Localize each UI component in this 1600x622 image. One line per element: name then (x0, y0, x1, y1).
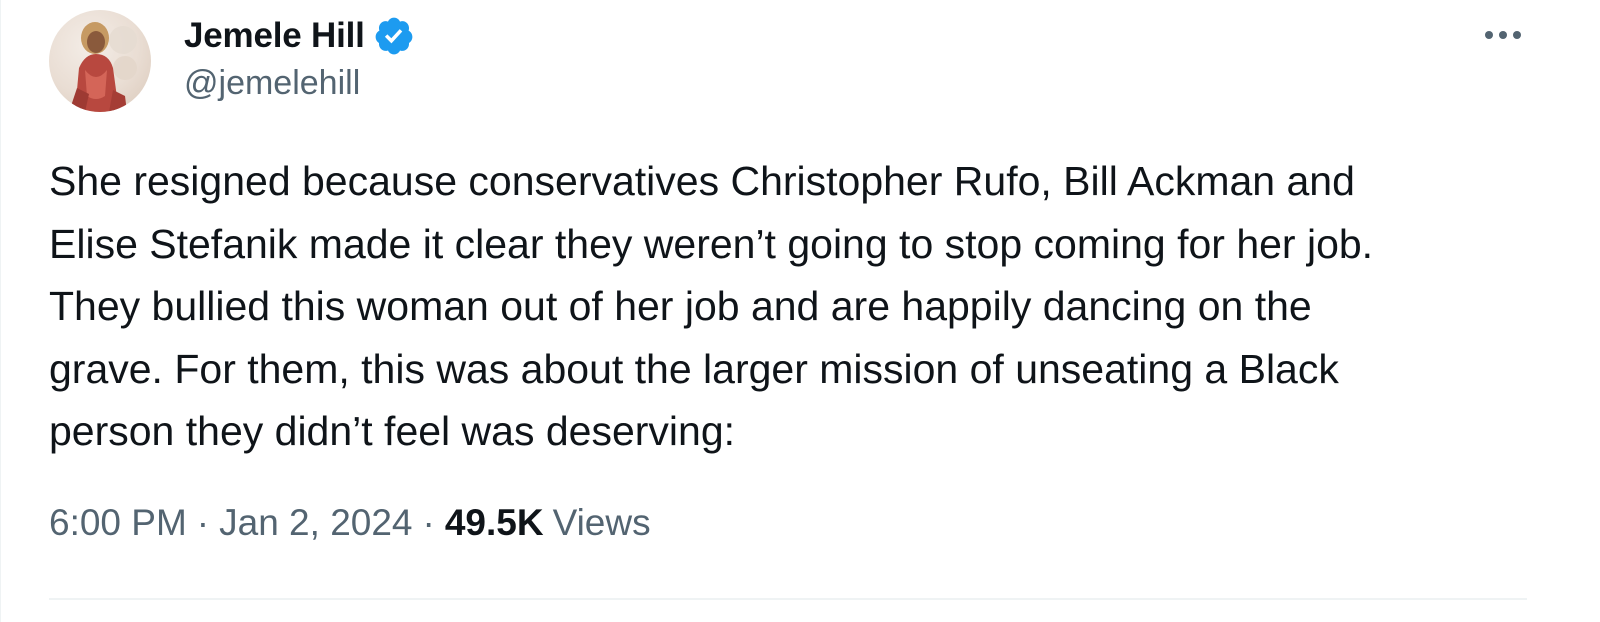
tweet-metadata: 6:00 PM · Jan 2, 2024 · 49.5K Views (49, 502, 651, 544)
more-options-icon[interactable] (1479, 20, 1527, 50)
tweet-date[interactable]: Jan 2, 2024 (219, 502, 412, 544)
avatar[interactable] (49, 10, 151, 112)
tweet-text-line: She resigned because conservatives Chris… (49, 158, 1355, 204)
author-name-row: Jemele Hill (184, 14, 415, 58)
views-count[interactable]: 49.5K (445, 502, 544, 544)
avatar-photo-icon (69, 22, 137, 112)
tweet-time[interactable]: 6:00 PM (49, 502, 187, 544)
views-label[interactable]: Views (553, 502, 651, 544)
tweet-text: She resigned because conservatives Chris… (49, 150, 1549, 463)
meta-separator: · (196, 502, 210, 543)
author-display-name[interactable]: Jemele Hill (184, 16, 365, 56)
tweet-text-line: Elise Stefanik made it clear they weren’… (49, 220, 1374, 267)
divider (49, 598, 1527, 600)
tweet-text-line: grave. For them, this was about the larg… (49, 345, 1339, 392)
verified-badge-icon[interactable] (373, 15, 415, 57)
tweet-card: Jemele Hill @jemelehill She resigned bec… (0, 0, 1600, 622)
meta-separator: · (422, 502, 435, 543)
tweet-text-line: person they didn’t feel was deserving: (49, 408, 736, 454)
tweet-text-line: They bullied this woman out of her job a… (49, 283, 1312, 329)
author-handle[interactable]: @jemelehill (184, 64, 360, 103)
